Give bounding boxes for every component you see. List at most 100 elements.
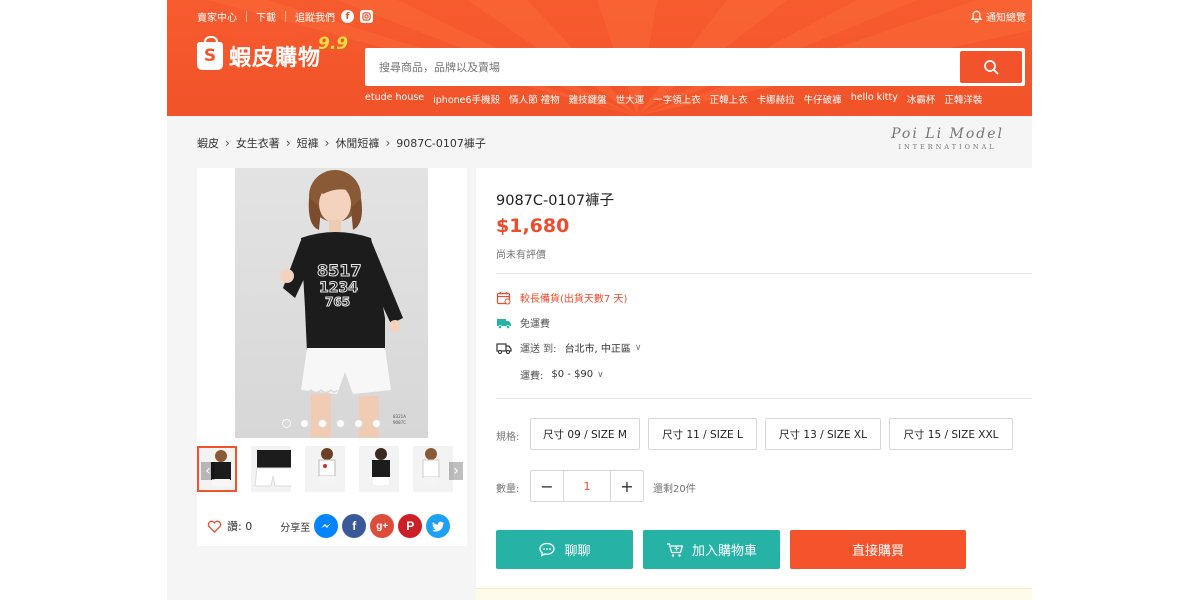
thumbnail[interactable] — [413, 446, 453, 492]
thumbnail[interactable] — [251, 446, 292, 492]
preorder-row: 較長備貨(出貨天數7 天) — [496, 290, 627, 305]
breadcrumb-item[interactable]: 短褲 — [297, 135, 319, 151]
keyword-link[interactable]: etude house — [365, 92, 424, 106]
keyword-link[interactable]: hello kitty — [851, 92, 898, 106]
keyword-link[interactable]: 一字領上衣 — [653, 92, 701, 106]
divider — [496, 273, 1032, 274]
chevron-right-icon: › — [385, 136, 391, 150]
carousel-dot[interactable] — [300, 419, 309, 428]
messenger-icon[interactable] — [314, 514, 339, 538]
image-product-code: 8321A 9087C — [393, 414, 406, 426]
chevron-right-icon: › — [225, 136, 230, 150]
breadcrumb-item[interactable]: 蝦皮 — [197, 135, 219, 151]
popular-keywords: etude house iphone6手機殼 情人節 禮物 雞技鍵盤 世大運 一… — [365, 92, 991, 106]
header-topbar: 賣家中心 下載 追蹤我們 f — [197, 9, 373, 24]
breadcrumb-item[interactable]: 女生衣著 — [236, 135, 280, 151]
brand-logo-line2: INTERNATIONAL — [898, 143, 997, 151]
pinterest-icon[interactable]: P — [398, 514, 423, 538]
cart-icon — [666, 542, 684, 557]
thumbnail-next-icon[interactable]: › — [449, 462, 463, 480]
thumbnail[interactable] — [359, 446, 400, 492]
shop-brand-logo: Poi Li Model INTERNATIONAL — [891, 126, 1004, 151]
notifications-label: 通知總覽 — [986, 13, 1026, 24]
shopee-logo[interactable]: S 蝦皮購物 9.9 — [197, 34, 348, 72]
size-option[interactable]: 尺寸 15 / SIZE XXL — [889, 418, 1013, 450]
bell-icon — [970, 10, 983, 23]
thumbnail-prev-icon[interactable]: ‹ — [201, 462, 215, 480]
follow-us-label: 追蹤我們 — [295, 13, 335, 24]
search-input[interactable] — [368, 51, 960, 83]
decrease-quantity-button[interactable]: − — [531, 471, 563, 501]
brand-logo-line1: Poi Li Model — [891, 126, 1004, 142]
download-link[interactable]: 下載 — [256, 9, 276, 24]
carousel-dot[interactable] — [372, 419, 381, 428]
shipping-fee-value[interactable]: $0 - $90 — [551, 369, 593, 380]
quantity-label: 數量: — [496, 484, 520, 495]
stock-remaining: 還剩20件 — [653, 484, 696, 495]
chevron-down-icon[interactable]: ∨ — [635, 343, 642, 353]
shipping-fee-row: 運費: $0 - $90 ∨ — [520, 367, 604, 382]
keyword-link[interactable]: iphone6手機殼 — [433, 92, 500, 106]
size-options: 尺寸 09 / SIZE M 尺寸 11 / SIZE L 尺寸 13 / SI… — [530, 418, 1013, 450]
carousel-dot[interactable] — [336, 419, 345, 428]
facebook-icon[interactable]: f — [342, 514, 367, 538]
keyword-link[interactable]: 情人節 禮物 — [509, 92, 560, 106]
search-icon — [984, 60, 999, 75]
ship-to-label: 運送 到: — [520, 344, 557, 355]
like-button[interactable]: 讚: 0 — [207, 518, 252, 534]
divider — [496, 398, 1032, 399]
breadcrumb-item[interactable]: 休閒短褲 — [335, 135, 379, 151]
buy-now-button[interactable]: 直接購買 — [790, 530, 966, 569]
quantity-stepper: − 1 + — [530, 470, 644, 502]
site-header: 賣家中心 下載 追蹤我們 f 通知總覽 S 蝦皮購物 9.9 搜尋商品，品牌以及… — [167, 0, 1032, 116]
product-page: 賣家中心 下載 追蹤我們 f 通知總覽 S 蝦皮購物 9.9 搜尋商品，品牌以及… — [0, 0, 1200, 600]
svg-text:765: 765 — [325, 295, 350, 309]
google-plus-icon[interactable]: g+ — [370, 514, 395, 538]
increase-quantity-button[interactable]: + — [611, 471, 643, 501]
search-button[interactable] — [960, 51, 1022, 83]
keyword-link[interactable]: 牛仔破褲 — [804, 92, 842, 106]
product-content: 8517 1234 765 8321A 9087C ‹ › 讚: 0 分享至 f… — [167, 168, 1032, 600]
carousel-dot[interactable] — [282, 419, 291, 428]
keyword-link[interactable]: 正韓洋裝 — [944, 92, 982, 106]
size-option[interactable]: 尺寸 13 / SIZE XL — [765, 418, 881, 450]
carousel-dot[interactable] — [354, 419, 363, 428]
free-shipping-text: 免運費 — [520, 319, 550, 330]
share-group: 分享至 f g+ P — [280, 514, 451, 538]
keyword-link[interactable]: 世大運 — [616, 92, 645, 106]
keyword-link[interactable]: 冰霸杯 — [907, 92, 936, 106]
model-photo: 8517 1234 765 — [280, 170, 403, 438]
share-label: 分享至 — [280, 522, 311, 534]
breadcrumb: 蝦皮 › 女生衣著 › 短褲 › 休閒短褲 › 9087C-0107褲子 — [197, 135, 486, 151]
quantity-input[interactable]: 1 — [563, 471, 611, 501]
ship-to-location[interactable]: 台北市, 中正區 — [565, 340, 631, 355]
keyword-link[interactable]: 正韓上衣 — [710, 92, 748, 106]
topbar-divider — [246, 11, 247, 22]
ship-to-row: 運送 到: 台北市, 中正區 ∨ — [496, 340, 642, 355]
buy-now-label: 直接購買 — [851, 544, 904, 559]
size-option[interactable]: 尺寸 09 / SIZE M — [530, 418, 640, 450]
likes-count: 讚: 0 — [227, 520, 253, 533]
free-shipping-row: 免運費 — [496, 315, 550, 330]
twitter-icon[interactable] — [426, 514, 451, 538]
chat-label: 聊聊 — [564, 544, 591, 559]
carousel-dot[interactable] — [318, 419, 327, 428]
facebook-icon[interactable]: f — [341, 10, 354, 23]
chat-button[interactable]: 聊聊 — [496, 530, 633, 569]
rating-text: 尚未有評價 — [496, 250, 546, 261]
keyword-link[interactable]: 卡娜赫拉 — [757, 92, 795, 106]
keyword-link[interactable]: 雞技鍵盤 — [569, 92, 607, 106]
preorder-text: 較長備貨(出貨天數7 天) — [520, 294, 628, 305]
product-main-image[interactable]: 8517 1234 765 8321A 9087C — [235, 168, 428, 438]
instagram-icon[interactable] — [360, 10, 373, 23]
chevron-down-icon[interactable]: ∨ — [597, 370, 604, 380]
seller-center-link[interactable]: 賣家中心 — [197, 9, 237, 24]
heart-icon — [207, 520, 222, 533]
size-option[interactable]: 尺寸 11 / SIZE L — [648, 418, 757, 450]
svg-text:1234: 1234 — [319, 280, 358, 296]
thumbnail[interactable] — [305, 446, 346, 492]
notifications-link[interactable]: 通知總覽 — [970, 9, 1026, 24]
size-label: 規格: — [496, 432, 520, 443]
free-shipping-icon — [497, 318, 511, 329]
add-to-cart-button[interactable]: 加入購物車 — [643, 530, 780, 569]
